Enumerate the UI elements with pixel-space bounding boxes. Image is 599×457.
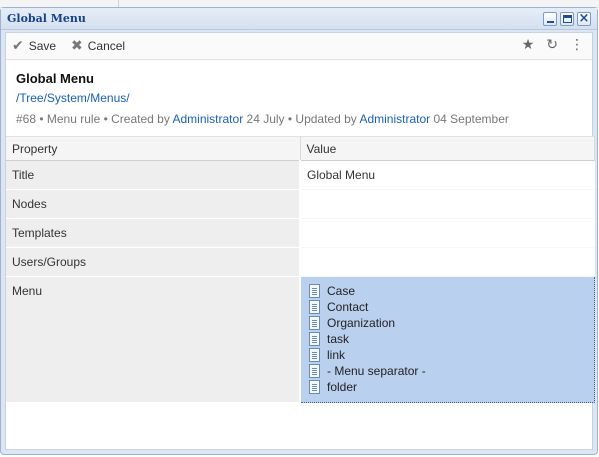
document-icon — [309, 348, 320, 362]
document-icon — [309, 380, 320, 394]
table-row[interactable]: Title Global Menu — [6, 160, 595, 190]
record-header: Global Menu /Tree/System/Menus/ #68 • Me… — [16, 71, 582, 126]
document-icon — [309, 300, 320, 314]
save-button[interactable]: ✔ Save — [12, 39, 56, 53]
record-title: Global Menu — [16, 71, 94, 86]
menu-list-item[interactable]: Contact — [307, 299, 588, 315]
meta-prefix: #68 • Menu rule • Created by — [16, 112, 173, 126]
menu-items-value[interactable]: Case Contact Organization task link - Me… — [299, 276, 595, 403]
record-meta: #68 • Menu rule • Created by Administrat… — [16, 112, 582, 126]
background-divider — [118, 0, 119, 7]
meta-created-date: 24 July • Updated by — [243, 112, 360, 126]
menu-list-item[interactable]: Case — [307, 283, 588, 299]
cancel-button[interactable]: ✖ Cancel — [71, 39, 125, 53]
table-row[interactable]: Users/Groups — [6, 247, 595, 277]
window-title: Global Menu — [7, 12, 86, 25]
property-value[interactable] — [300, 247, 595, 277]
property-value[interactable]: Global Menu — [300, 160, 595, 190]
close-button[interactable]: × — [577, 11, 591, 26]
table-row[interactable]: Templates — [6, 218, 595, 248]
table-header-row: Property Value — [6, 136, 595, 161]
toolbar-actions: ★ ↻ ⋮ — [522, 38, 584, 53]
minimize-button[interactable] — [543, 12, 557, 26]
table-row-menu[interactable]: Menu Case Contact Organization task link… — [6, 276, 595, 403]
refresh-icon[interactable]: ↻ — [546, 38, 558, 53]
meta-updated-date: 04 September — [430, 112, 509, 126]
minimize-icon — [547, 21, 554, 23]
cancel-label: Cancel — [87, 39, 126, 53]
toolbar: ✔ Save ✖ Cancel ★ ↻ ⋮ — [6, 33, 592, 60]
document-icon — [309, 284, 320, 298]
menu-item-label: link — [327, 348, 346, 362]
property-name: Users/Groups — [6, 247, 301, 277]
menu-item-label: Organization — [327, 316, 396, 330]
menu-list-item[interactable]: - Menu separator - — [307, 363, 588, 379]
menu-item-label: folder — [327, 380, 358, 394]
property-name: Menu — [6, 276, 301, 403]
menu-list-item[interactable]: link — [307, 347, 588, 363]
document-icon — [309, 316, 320, 330]
menu-item-label: Contact — [327, 300, 369, 314]
menu-list-item[interactable]: folder — [307, 379, 588, 395]
menu-list-item[interactable]: task — [307, 331, 588, 347]
property-name: Title — [6, 160, 301, 190]
record-path-link[interactable]: /Tree/System/Menus/ — [16, 91, 582, 105]
document-icon — [309, 364, 320, 378]
menu-item-label: Case — [327, 284, 356, 298]
created-by-link[interactable]: Administrator — [173, 112, 244, 126]
save-label: Save — [28, 39, 57, 53]
menu-list-item[interactable]: Organization — [307, 315, 588, 331]
global-menu-window: Global Menu × ✔ Save ✖ Cancel ★ ↻ ⋮ Glob… — [0, 7, 598, 455]
vertical-dots-icon[interactable]: ⋮ — [570, 38, 584, 53]
close-icon: × — [578, 11, 590, 26]
menu-item-label: task — [327, 332, 350, 346]
menu-item-label: - Menu separator - — [327, 364, 426, 378]
window-content: ✔ Save ✖ Cancel ★ ↻ ⋮ Global Menu /Tree/… — [5, 32, 595, 450]
column-header-property[interactable]: Property — [6, 136, 301, 161]
maximize-icon — [563, 15, 572, 23]
property-value[interactable] — [300, 218, 595, 248]
window-titlebar[interactable]: Global Menu × — [1, 8, 597, 30]
star-icon[interactable]: ★ — [522, 38, 535, 53]
table-row[interactable]: Nodes — [6, 189, 595, 219]
property-name: Templates — [6, 218, 301, 248]
property-table: Property Value Title Global Menu Nodes T… — [6, 136, 595, 403]
maximize-button[interactable] — [560, 12, 574, 26]
property-name: Nodes — [6, 189, 301, 219]
document-icon — [309, 332, 320, 346]
window-controls: × — [543, 11, 591, 26]
updated-by-link[interactable]: Administrator — [359, 112, 430, 126]
column-header-value[interactable]: Value — [300, 136, 595, 161]
check-icon: ✔ — [12, 38, 24, 54]
property-value[interactable] — [300, 189, 595, 219]
x-icon: ✖ — [71, 38, 83, 54]
